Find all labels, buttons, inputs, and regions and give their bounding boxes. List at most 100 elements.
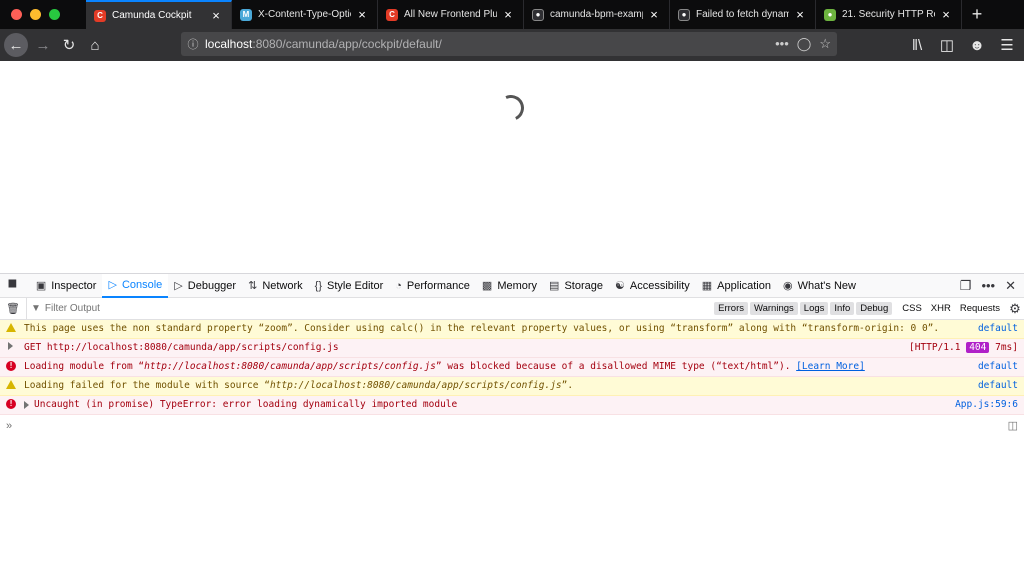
filter-input[interactable]: ▼ Filter Output bbox=[26, 298, 714, 319]
arrow-left-icon: ← bbox=[8, 36, 24, 54]
reload-button[interactable]: ↻ bbox=[56, 32, 82, 58]
console-message-error[interactable]: ! Uncaught (in promise) TypeError: error… bbox=[0, 396, 1024, 415]
tab-application[interactable]: ▦ Application bbox=[696, 274, 777, 298]
tab-network[interactable]: ⇅ Network bbox=[242, 274, 309, 298]
minimize-window-button[interactable] bbox=[30, 9, 41, 20]
request-filters: CSS XHR Requests bbox=[902, 303, 1000, 314]
sidebar-icon: ◫ bbox=[939, 37, 955, 54]
spring-icon: ● bbox=[824, 8, 836, 21]
mdn-icon: M bbox=[240, 8, 252, 21]
memory-icon: ▩ bbox=[481, 280, 493, 292]
pocket-icon[interactable]: ◯ bbox=[797, 36, 812, 52]
close-tab-icon[interactable]: × bbox=[793, 7, 807, 22]
filter-logs-button[interactable]: Logs bbox=[799, 302, 829, 315]
filter-errors-button[interactable]: Errors bbox=[714, 302, 748, 315]
clear-console-button[interactable]: 🗑 bbox=[0, 302, 26, 315]
browser-tab-camunda-cockpit[interactable]: C Camunda Cockpit × bbox=[86, 0, 232, 29]
tab-title: 21. Security HTTP Response bbox=[842, 9, 935, 20]
network-status: [HTTP/1.1 404 7ms] bbox=[909, 342, 1018, 354]
filter-css-button[interactable]: CSS bbox=[902, 303, 922, 314]
tab-accessibility[interactable]: ☯ Accessibility bbox=[609, 274, 696, 298]
browser-tab-frontend-plugins[interactable]: C All New Frontend Plugins × bbox=[378, 0, 524, 29]
dock-side-icon[interactable]: ❐ bbox=[960, 278, 972, 294]
tab-style-editor[interactable]: {} Style Editor bbox=[309, 274, 390, 298]
filter-requests-button[interactable]: Requests bbox=[960, 303, 1000, 314]
sidebar-button[interactable]: ◫ bbox=[934, 32, 960, 58]
message-text: Uncaught (in promise) TypeError: error l… bbox=[34, 399, 458, 410]
inspector-icon: ▣ bbox=[35, 280, 47, 292]
close-tab-icon[interactable]: × bbox=[355, 7, 369, 22]
github-icon: ● bbox=[532, 8, 544, 21]
maximize-window-button[interactable] bbox=[49, 9, 60, 20]
message-text: Loading module from “http://localhost:80… bbox=[24, 361, 865, 372]
tab-debugger[interactable]: ▷ Debugger bbox=[168, 274, 242, 298]
tab-memory[interactable]: ▩ Memory bbox=[476, 274, 543, 298]
console-message-network[interactable]: GET http://localhost:8080/camunda/app/sc… bbox=[0, 339, 1024, 358]
close-devtools-icon[interactable]: ✕ bbox=[1005, 278, 1016, 294]
tab-title: X-Content-Type-Options bbox=[258, 9, 351, 20]
message-source-link[interactable]: default bbox=[978, 361, 1018, 373]
trash-icon: 🗑 bbox=[6, 303, 20, 315]
tab-label: Performance bbox=[406, 279, 470, 292]
tab-label: Accessibility bbox=[629, 279, 690, 292]
http-protocol: [HTTP/1.1 bbox=[908, 342, 961, 353]
tab-whats-new[interactable]: ◉ What's New bbox=[777, 274, 862, 298]
bookmark-star-icon[interactable]: ☆ bbox=[819, 36, 831, 52]
filter-xhr-button[interactable]: XHR bbox=[931, 303, 951, 314]
editor-mode-icon[interactable]: ◫ bbox=[1008, 419, 1018, 432]
tab-storage[interactable]: ▤ Storage bbox=[543, 274, 609, 298]
console-input[interactable]: » ◫ bbox=[0, 415, 1024, 436]
more-options-icon[interactable]: ••• bbox=[981, 278, 995, 293]
accessibility-icon: ☯ bbox=[614, 280, 625, 292]
browser-tab-x-content-type[interactable]: M X-Content-Type-Options × bbox=[232, 0, 378, 29]
console-settings-button[interactable]: ⚙ bbox=[1006, 301, 1024, 317]
navigation-toolbar: ← → ↻ ⌂ ⓘ localhost:8080/camunda/app/coc… bbox=[0, 29, 1024, 61]
reload-icon: ↻ bbox=[62, 37, 76, 54]
browser-tab-security-http[interactable]: ● 21. Security HTTP Response × bbox=[816, 0, 962, 29]
message-source-link[interactable]: App.js:59:6 bbox=[955, 399, 1018, 411]
expand-triangle-icon[interactable] bbox=[24, 401, 29, 409]
learn-more-link[interactable]: [Learn More] bbox=[796, 361, 865, 372]
expand-triangle-icon[interactable] bbox=[8, 342, 13, 350]
tab-label: Console bbox=[121, 278, 163, 291]
tab-console[interactable]: ▷ Console bbox=[102, 273, 169, 298]
message-source-link[interactable]: default bbox=[978, 380, 1018, 392]
home-button[interactable]: ⌂ bbox=[82, 32, 108, 58]
url-host: localhost bbox=[205, 37, 253, 51]
camunda-icon: C bbox=[94, 9, 106, 22]
pick-element-button[interactable]: ⯀ bbox=[0, 274, 30, 298]
filter-debug-button[interactable]: Debug bbox=[856, 302, 893, 315]
close-window-button[interactable] bbox=[11, 9, 22, 20]
message-source-link[interactable]: default bbox=[978, 323, 1018, 335]
filter-warnings-button[interactable]: Warnings bbox=[750, 302, 798, 315]
message-text: GET http://localhost:8080/camunda/app/sc… bbox=[24, 342, 339, 353]
library-button[interactable]: ‖\ bbox=[904, 32, 930, 58]
filter-info-button[interactable]: Info bbox=[830, 302, 855, 315]
request-time: 7ms] bbox=[995, 342, 1018, 353]
url-actions: ••• ◯ ☆ bbox=[775, 36, 831, 52]
tab-performance[interactable]: ◔ Performance bbox=[389, 274, 476, 298]
tab-label: What's New bbox=[797, 279, 856, 292]
menu-button[interactable]: ☰ bbox=[994, 32, 1020, 58]
account-button[interactable]: ☻ bbox=[964, 32, 990, 58]
close-tab-icon[interactable]: × bbox=[939, 7, 953, 22]
page-actions-icon[interactable]: ••• bbox=[775, 36, 789, 52]
message-text: Loading failed for the module with sourc… bbox=[24, 380, 574, 391]
tab-label: Memory bbox=[497, 279, 538, 292]
forward-button[interactable]: → bbox=[30, 32, 56, 58]
filter-placeholder: Filter Output bbox=[44, 303, 100, 314]
close-tab-icon[interactable]: × bbox=[209, 8, 223, 23]
close-tab-icon[interactable]: × bbox=[647, 7, 661, 22]
back-button[interactable]: ← bbox=[4, 33, 28, 57]
tab-inspector[interactable]: ▣ Inspector bbox=[30, 274, 103, 298]
page-info-icon[interactable]: ⓘ bbox=[181, 36, 205, 52]
browser-tab-failed-to-fetch[interactable]: ● Failed to fetch dynamically × bbox=[670, 0, 816, 29]
close-tab-icon[interactable]: × bbox=[501, 7, 515, 22]
gear-icon: ⚙ bbox=[1009, 300, 1021, 316]
url-bar[interactable]: ⓘ localhost:8080/camunda/app/cockpit/def… bbox=[181, 32, 837, 56]
console-message-warning: This page uses the non standard property… bbox=[0, 320, 1024, 339]
loading-spinner bbox=[494, 91, 528, 125]
new-tab-button[interactable]: + bbox=[962, 0, 992, 29]
browser-tab-camunda-bpm-examples[interactable]: ● camunda-bpm-examples × bbox=[524, 0, 670, 29]
tab-title: Failed to fetch dynamically bbox=[696, 9, 789, 20]
